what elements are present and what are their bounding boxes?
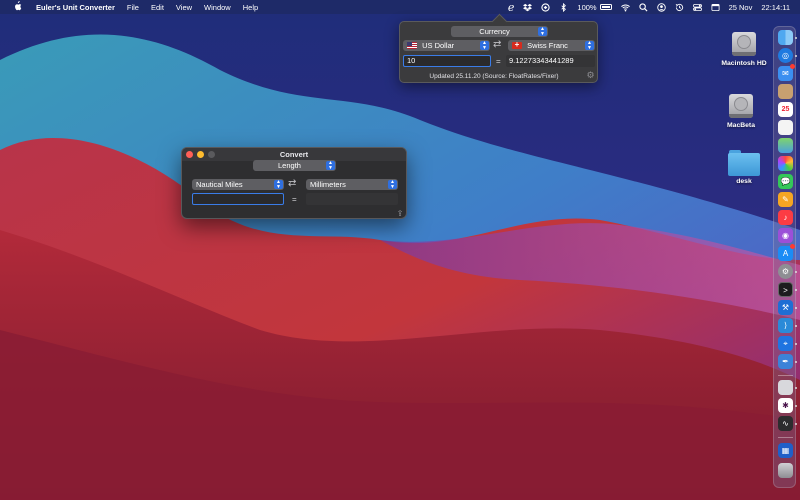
dock-photos-icon[interactable] [778, 156, 793, 171]
bluetooth-icon[interactable] [559, 2, 568, 12]
dock-calendar-icon[interactable]: 25 [778, 102, 793, 117]
length-input-field[interactable] [192, 193, 284, 205]
menu-file[interactable]: File [127, 3, 139, 12]
chevron-up-down-icon: ▲ ▼ [480, 41, 489, 50]
chevron-up-down-icon: ▲ ▼ [274, 180, 283, 189]
currency-result-field[interactable]: 9.12273343441289 [506, 55, 595, 67]
currency-category-popup[interactable]: Currency ▲ ▼ [451, 26, 548, 37]
menu-bar-time[interactable]: 22:14:11 [761, 3, 790, 12]
from-unit-label: Nautical Miles [196, 180, 243, 189]
chevron-up-down-icon: ▲ ▼ [388, 180, 397, 189]
euler-e-icon[interactable]: e [508, 1, 515, 14]
to-currency-popup[interactable]: Swiss Franc ▲▼ [508, 40, 595, 51]
from-currency-popup[interactable]: US Dollar ▲ ▼ [403, 40, 490, 51]
dock-finder-icon[interactable] [778, 30, 793, 45]
to-unit-label: Millimeters [310, 180, 346, 189]
convert-window: Convert Length ▲ ▼ Nautical Miles ▲ ▼ ⇄ Mi… [181, 147, 407, 219]
chevron-up-down-icon: ▲ ▼ [326, 161, 335, 170]
dock-contacts-icon[interactable] [778, 84, 793, 99]
time-machine-icon[interactable] [675, 3, 684, 12]
swap-arrows-icon[interactable]: ⇄ [493, 40, 501, 50]
dock-xcode-icon[interactable]: ⚒ [778, 300, 793, 315]
dock-podcasts-icon[interactable]: ◉ [778, 228, 793, 243]
menu-app-name[interactable]: Euler's Unit Converter [36, 3, 115, 12]
apple-menu-icon[interactable] [12, 1, 22, 13]
menu-help[interactable]: Help [243, 3, 258, 12]
menu-bar-status-area: e 100% 25 Nov 22:14:11 [499, 0, 790, 14]
dock-reminders-icon[interactable] [778, 120, 793, 135]
menu-bar: Euler's Unit Converter File Edit View Wi… [0, 0, 800, 14]
dropbox-icon[interactable] [523, 3, 533, 12]
calendar-menu-icon[interactable] [711, 3, 720, 12]
battery-icon[interactable]: 100% [577, 2, 612, 12]
control-center-icon[interactable] [692, 3, 702, 12]
desktop-icon-desk[interactable]: desk [714, 150, 774, 185]
hard-drive-icon [728, 90, 754, 120]
desktop-icon-macbeta[interactable]: MacBeta [711, 90, 771, 129]
desktop-icon-label: Macintosh HD [721, 60, 767, 67]
from-unit-popup[interactable]: Nautical Miles ▲ ▼ [192, 179, 284, 190]
menu-view[interactable]: View [176, 3, 192, 12]
dock-system-preferences-icon[interactable]: ⚙ [778, 264, 793, 279]
window-title: Convert [279, 150, 309, 159]
dock-messages-icon[interactable]: 💬 [778, 174, 793, 189]
menu-window[interactable]: Window [204, 3, 231, 12]
desktop-icon-label: desk [736, 178, 752, 185]
dock-vscode-icon[interactable]: ⟩ [778, 318, 793, 333]
dock-music-icon[interactable]: ♪ [778, 210, 793, 225]
share-icon[interactable]: ⇪ [396, 210, 404, 218]
dock-preview-icon[interactable] [778, 380, 793, 395]
folder-icon [728, 150, 760, 176]
user-icon[interactable] [656, 2, 666, 12]
currency-input-field[interactable]: 10 [403, 55, 491, 67]
to-currency-label: Swiss Franc [527, 41, 568, 50]
desktop-icon-label: MacBeta [727, 122, 755, 129]
currency-popover: Currency ▲▼ US Dollar ▲▼ ⇄ Swiss Franc ▲… [399, 21, 598, 83]
dock-terminal-icon[interactable]: > [778, 282, 793, 297]
desktop-icon-macintosh-hd[interactable]: Macintosh HD [714, 28, 774, 67]
menu-edit[interactable]: Edit [151, 3, 164, 12]
dock-maps-icon[interactable] [778, 138, 793, 153]
menu-bar-date[interactable]: 25 Nov [729, 3, 753, 12]
unit-category-popup[interactable]: Length ▲ ▼ [253, 160, 336, 171]
dock-safari-icon[interactable]: ◎ [778, 48, 793, 63]
dock-activity-monitor-icon[interactable]: ∿ [778, 416, 793, 431]
from-currency-label: US Dollar [422, 41, 455, 50]
chevron-up-down-icon: ▲ ▼ [538, 27, 547, 36]
dock: ◎ ✉ 25 💬 ✎ ♪ ◉ A ⚙ > ⚒ ⟩ ⌖ ✒ ✱ ∿ ▦ [773, 26, 797, 488]
gear-icon[interactable]: ⚙ [586, 71, 595, 80]
equals-sign: = [496, 57, 501, 66]
chevron-up-down-icon: ▲ ▼ [585, 41, 594, 50]
currency-category-label: Currency [479, 27, 510, 36]
battery-percent: 100% [577, 2, 597, 12]
hard-drive-icon [731, 28, 757, 58]
vpn-icon[interactable] [541, 2, 551, 12]
dock-trash-icon[interactable] [778, 463, 793, 478]
dock-maps-pin-icon[interactable]: ⌖ [778, 336, 793, 351]
dock-script-editor-icon[interactable]: ✒ [778, 354, 793, 369]
battery-level-icon [599, 4, 612, 10]
search-icon[interactable] [638, 2, 648, 12]
us-flag-icon [407, 42, 417, 49]
dock-app-switcher-icon[interactable]: ▦ [778, 443, 793, 458]
rates-updated-text: Updated 25.11.20 (Source: FloatRates/Fix… [429, 73, 559, 80]
unit-category-label: Length [278, 161, 301, 170]
equals-sign: = [292, 195, 297, 204]
swap-arrows-icon[interactable]: ⇄ [288, 179, 296, 189]
dock-pages-icon[interactable]: ✎ [778, 192, 793, 207]
swiss-flag-icon [512, 40, 522, 50]
length-result-field[interactable] [306, 193, 398, 205]
to-unit-popup[interactable]: Millimeters ▲ ▼ [306, 179, 398, 190]
wifi-icon[interactable] [620, 3, 630, 12]
dock-slack-icon[interactable]: ✱ [778, 398, 793, 413]
